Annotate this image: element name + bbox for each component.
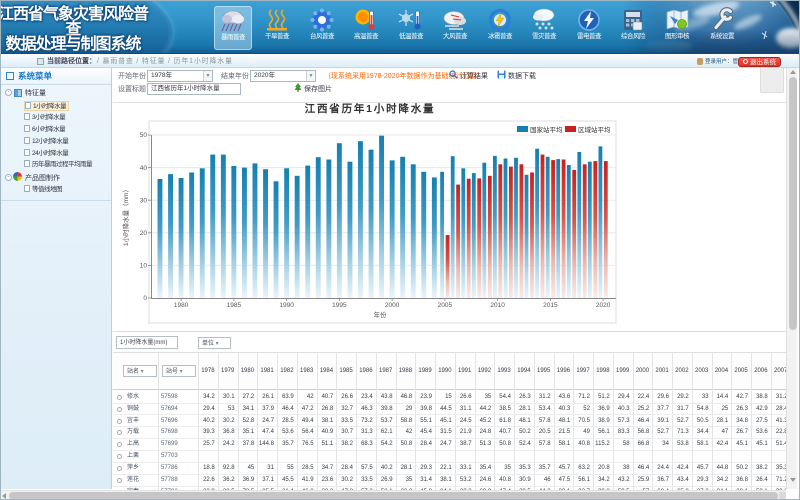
svg-text:30: 30: [140, 197, 148, 204]
svg-text:江西省历年1小时降水量: 江西省历年1小时降水量: [305, 103, 436, 115]
svg-text:2000: 2000: [385, 302, 400, 309]
svg-text:1985: 1985: [227, 302, 242, 309]
svg-text:1990: 1990: [279, 302, 294, 309]
svg-text:1995: 1995: [332, 302, 347, 309]
svg-text:20: 20: [140, 230, 148, 237]
svg-text:50: 50: [140, 132, 148, 139]
svg-text:2015: 2015: [543, 302, 558, 309]
svg-text:0: 0: [143, 295, 147, 302]
svg-text:40: 40: [140, 165, 148, 172]
svg-text:国家站平均: 国家站平均: [530, 125, 563, 134]
svg-text:区域站平均: 区域站平均: [578, 125, 611, 134]
svg-text:1小时降水量（mm）: 1小时降水量（mm）: [121, 186, 130, 246]
svg-text:年份: 年份: [374, 310, 388, 319]
svg-text:2020: 2020: [596, 302, 611, 309]
svg-text:1980: 1980: [174, 302, 189, 309]
svg-text:2010: 2010: [490, 302, 505, 309]
svg-text:2005: 2005: [438, 302, 453, 309]
svg-text:10: 10: [140, 263, 148, 270]
